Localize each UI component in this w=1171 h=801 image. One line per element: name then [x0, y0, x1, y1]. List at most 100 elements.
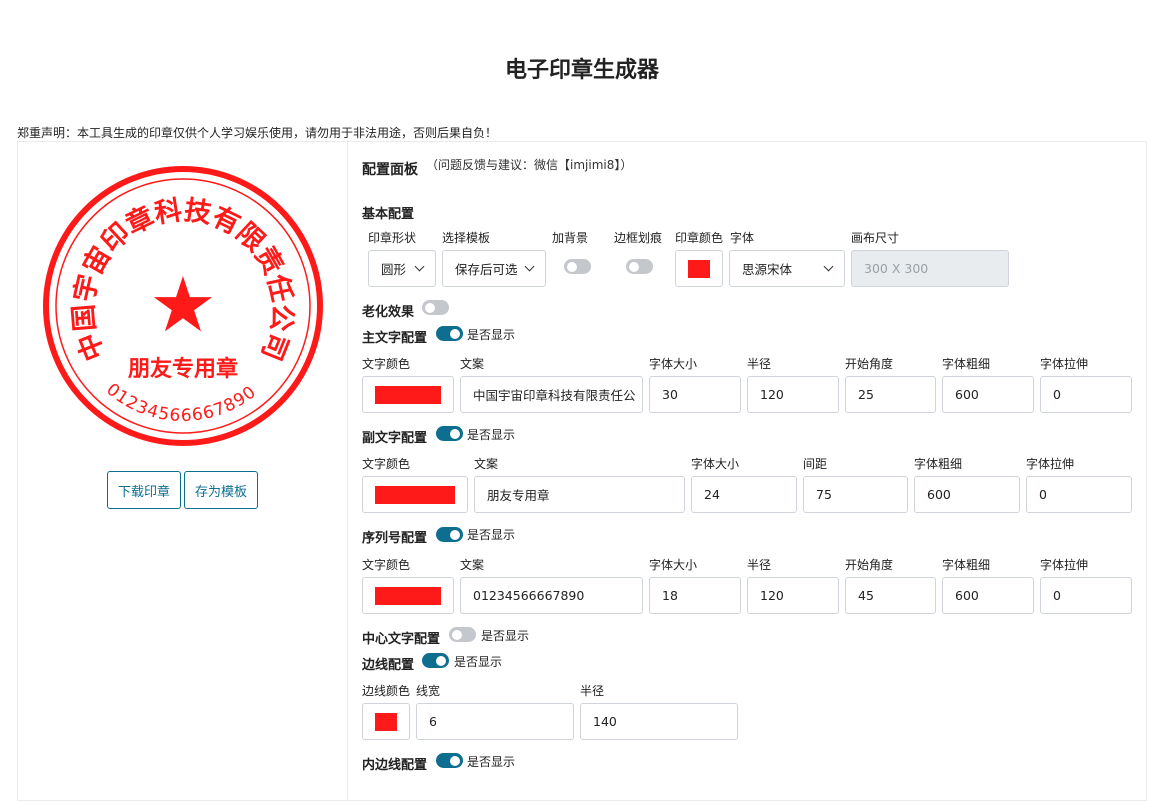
- sub-color-label: 文字颜色: [362, 457, 411, 471]
- color-swatch: [375, 385, 441, 404]
- border-toggle[interactable]: [422, 653, 449, 668]
- seal-preview: 中国宇宙印章科技有限责任公司 ★ 朋友专用章 01234566667890: [38, 163, 328, 453]
- seal-color-picker[interactable]: [675, 250, 723, 287]
- sub-size-input[interactable]: 24: [691, 476, 797, 513]
- main-radius-label: 半径: [747, 357, 772, 371]
- show-label: 是否显示: [467, 755, 516, 769]
- sub-color-picker[interactable]: [362, 476, 468, 513]
- shape-select[interactable]: 圆形: [368, 250, 436, 287]
- background-toggle[interactable]: [564, 259, 591, 274]
- basic-config-title: 基本配置: [362, 207, 415, 222]
- seal-sub-text: 朋友专用章: [128, 356, 238, 382]
- border-config-title: 边线配置: [362, 658, 415, 673]
- color-swatch: [375, 586, 441, 605]
- sub-text-toggle[interactable]: [436, 426, 463, 441]
- center-text-config-title: 中心文字配置: [362, 632, 441, 647]
- border-width-input[interactable]: 6: [416, 703, 574, 740]
- serial-weight-label: 字体粗细: [942, 558, 991, 572]
- aging-toggle[interactable]: [422, 300, 449, 315]
- save-template-button[interactable]: 存为模板: [184, 471, 258, 509]
- download-seal-button[interactable]: 下载印章: [107, 471, 181, 509]
- background-label: 加背景: [552, 231, 589, 245]
- main-size-label: 字体大小: [649, 357, 698, 371]
- border-radius-input[interactable]: 140: [580, 703, 738, 740]
- sub-spacing-label: 间距: [803, 457, 828, 471]
- page-title: 电子印章生成器: [504, 58, 659, 83]
- show-label: 是否显示: [467, 428, 516, 442]
- scratch-label: 边框划痕: [614, 231, 663, 245]
- serial-color-label: 文字颜色: [362, 558, 411, 572]
- border-width-label: 线宽: [416, 684, 441, 698]
- serial-radius-label: 半径: [747, 558, 772, 572]
- color-swatch: [375, 712, 397, 731]
- main-stretch-label: 字体拉伸: [1040, 357, 1089, 371]
- serial-text-input[interactable]: 01234566667890: [460, 577, 643, 614]
- template-select-value: 保存后可选: [455, 262, 518, 277]
- feedback-note: （问题反馈与建议：微信【imjimi8】）: [426, 158, 633, 172]
- serial-color-picker[interactable]: [362, 577, 454, 614]
- inner-border-config-title: 内边线配置: [362, 758, 428, 773]
- show-label: 是否显示: [467, 328, 516, 342]
- main-text-label: 文案: [460, 357, 485, 371]
- canvas-size-input: 300 X 300: [851, 250, 1009, 287]
- template-select[interactable]: 保存后可选: [442, 250, 546, 287]
- border-color-picker[interactable]: [362, 703, 410, 740]
- template-label: 选择模板: [442, 231, 491, 245]
- panel-divider: [347, 141, 348, 801]
- chevron-down-icon: [414, 261, 425, 272]
- main-angle-input[interactable]: 25: [845, 376, 936, 413]
- serial-angle-label: 开始角度: [845, 558, 894, 572]
- serial-angle-input[interactable]: 45: [845, 577, 936, 614]
- sub-text-input[interactable]: 朋友专用章: [474, 476, 685, 513]
- seal-canvas: 中国宇宙印章科技有限责任公司 ★ 朋友专用章 01234566667890: [43, 166, 323, 446]
- serial-text-label: 文案: [460, 558, 485, 572]
- seal-color-label: 印章颜色: [675, 231, 724, 245]
- border-radius-label: 半径: [580, 684, 605, 698]
- show-label: 是否显示: [467, 528, 516, 542]
- border-color-label: 边线颜色: [362, 684, 411, 698]
- font-label: 字体: [730, 231, 755, 245]
- serial-toggle[interactable]: [436, 527, 463, 542]
- sub-stretch-label: 字体拉伸: [1026, 457, 1075, 471]
- sub-weight-input[interactable]: 600: [914, 476, 1020, 513]
- serial-stretch-input[interactable]: 0: [1040, 577, 1132, 614]
- main-radius-input[interactable]: 120: [747, 376, 839, 413]
- serial-stretch-label: 字体拉伸: [1040, 558, 1089, 572]
- serial-size-input[interactable]: 18: [649, 577, 741, 614]
- show-label: 是否显示: [481, 629, 530, 643]
- serial-radius-input[interactable]: 120: [747, 577, 839, 614]
- serial-weight-input[interactable]: 600: [942, 577, 1034, 614]
- main-text-toggle[interactable]: [436, 326, 463, 341]
- aging-title: 老化效果: [362, 305, 415, 320]
- main-text-config-title: 主文字配置: [362, 331, 428, 346]
- main-stretch-input[interactable]: 0: [1040, 376, 1132, 413]
- font-select-value: 思源宋体: [742, 262, 793, 277]
- serial-size-label: 字体大小: [649, 558, 698, 572]
- font-select[interactable]: 思源宋体: [729, 250, 845, 287]
- show-label: 是否显示: [454, 655, 503, 669]
- main-weight-input[interactable]: 600: [942, 376, 1034, 413]
- chevron-down-icon: [524, 261, 535, 272]
- seal-center-star: ★: [149, 260, 217, 349]
- config-panel-title: 配置面板: [362, 162, 418, 178]
- main-angle-label: 开始角度: [845, 357, 894, 371]
- chevron-down-icon: [823, 261, 834, 272]
- shape-label: 印章形状: [368, 231, 417, 245]
- sub-text-config-title: 副文字配置: [362, 431, 428, 446]
- sub-weight-label: 字体粗细: [914, 457, 963, 471]
- main-text-input[interactable]: 中国宇宙印章科技有限责任公: [460, 376, 643, 413]
- serial-config-title: 序列号配置: [362, 531, 428, 546]
- main-weight-label: 字体粗细: [942, 357, 991, 371]
- sub-size-label: 字体大小: [691, 457, 740, 471]
- sub-text-label: 文案: [474, 457, 499, 471]
- inner-border-toggle[interactable]: [436, 753, 463, 768]
- sub-spacing-input[interactable]: 75: [803, 476, 908, 513]
- main-color-picker[interactable]: [362, 376, 454, 413]
- canvas-size-label: 画布尺寸: [851, 231, 900, 245]
- center-text-toggle[interactable]: [449, 627, 476, 642]
- canvas-size-placeholder: 300 X 300: [864, 261, 929, 276]
- color-swatch: [375, 485, 455, 504]
- scratch-toggle[interactable]: [626, 259, 653, 274]
- sub-stretch-input[interactable]: 0: [1026, 476, 1132, 513]
- main-size-input[interactable]: 30: [649, 376, 741, 413]
